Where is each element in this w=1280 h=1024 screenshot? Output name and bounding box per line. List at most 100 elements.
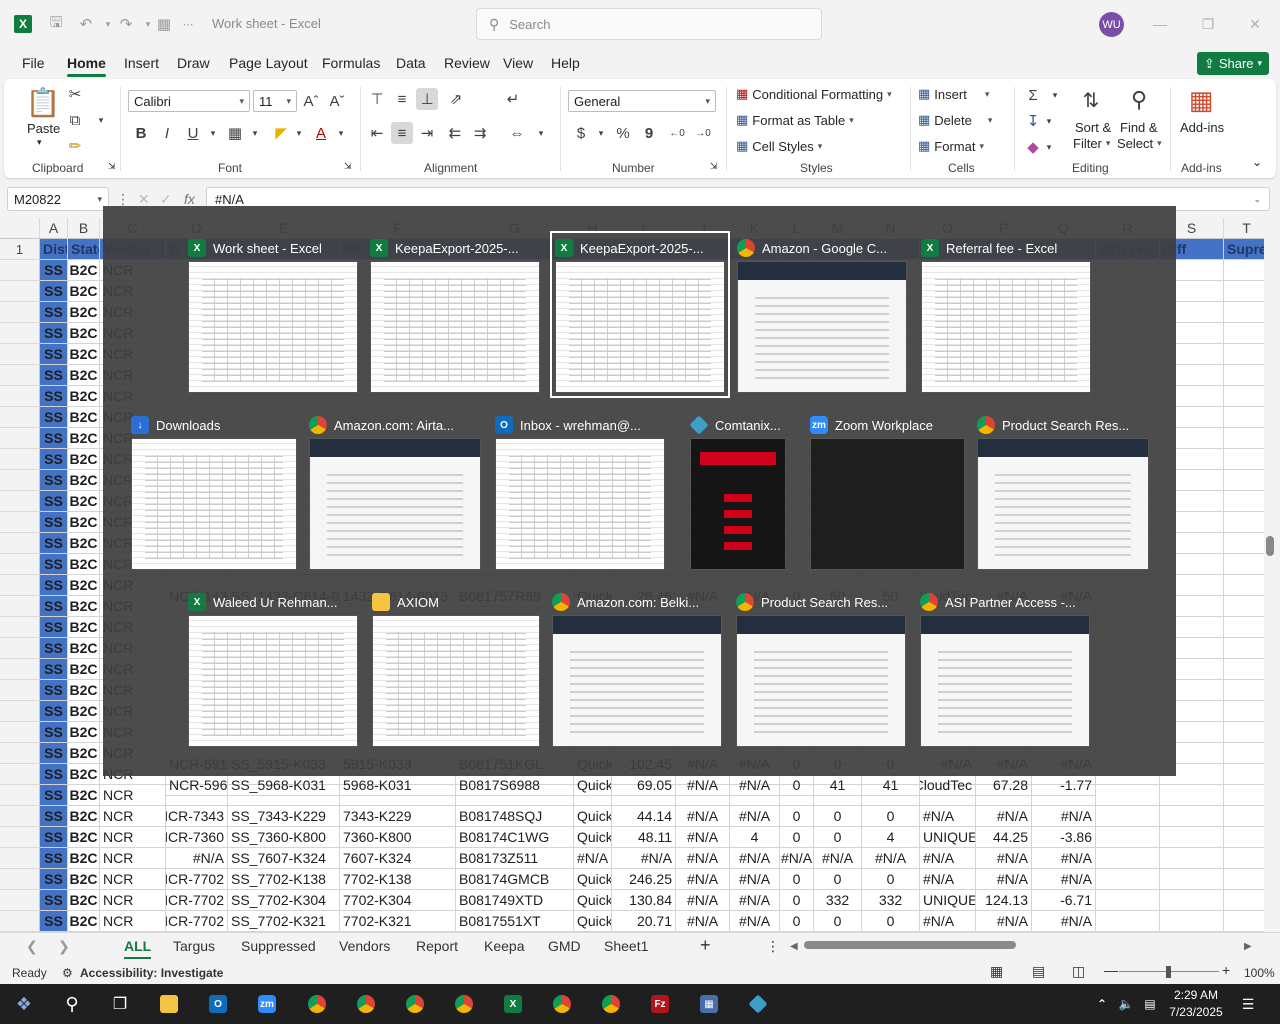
taskbar-clock[interactable]: 2:29 AM 7/23/2025 <box>1166 987 1226 1021</box>
grid-cell[interactable]: #N/A <box>780 848 814 869</box>
grid-cell[interactable]: B2C <box>68 533 100 554</box>
add-ins-button[interactable]: Add-ins <box>1180 120 1224 135</box>
grid-cell[interactable]: 7360-K800 <box>340 827 456 848</box>
grid-cell[interactable]: B2C <box>68 638 100 659</box>
grid-cell[interactable] <box>1224 365 1264 386</box>
align-middle-icon[interactable]: ≡ <box>391 88 413 110</box>
row-header[interactable] <box>0 680 40 701</box>
grid-cell[interactable]: #N/A <box>730 775 780 796</box>
grid-cell[interactable]: B2C <box>68 386 100 407</box>
grid-cell[interactable] <box>1160 911 1224 932</box>
grid-cell[interactable]: 0 <box>814 827 862 848</box>
align-bottom-icon[interactable]: ⊥ <box>416 88 438 110</box>
grid-cell[interactable]: #N/A <box>676 911 730 932</box>
grid-cell[interactable]: NCR-7702 <box>166 869 228 890</box>
task-view-window-thumbnail[interactable] <box>552 615 722 747</box>
grid-cell[interactable] <box>1224 806 1264 827</box>
header-cell-a[interactable]: Dist <box>40 239 68 260</box>
grid-cell[interactable]: 332 <box>814 890 862 911</box>
customize-qat-icon[interactable]: ⋯ <box>178 14 198 34</box>
grid-cell[interactable] <box>1224 323 1264 344</box>
task-view-window-card[interactable]: ↓ Downloads <box>131 413 297 570</box>
show-hidden-icons[interactable]: ⌃ <box>1090 992 1114 1016</box>
grid-cell[interactable]: B2C <box>68 491 100 512</box>
grid-cell[interactable]: SS <box>40 575 68 596</box>
grid-cell[interactable]: Quick F <box>574 911 612 932</box>
grid-cell[interactable]: UNIQUEP( <box>920 827 976 848</box>
task-view-window-card[interactable]: AXIOM <box>372 590 540 747</box>
grid-cell[interactable] <box>1224 449 1264 470</box>
grid-cell[interactable]: B2C <box>68 407 100 428</box>
bold-icon[interactable]: B <box>130 122 152 144</box>
chrome-profile-4-icon[interactable] <box>455 995 473 1013</box>
grid-cell[interactable]: B08173Z511 <box>456 848 574 869</box>
task-view-window-card[interactable]: X Work sheet - Excel <box>188 236 358 393</box>
grid-cell[interactable]: 0 <box>814 911 862 932</box>
grid-cell[interactable] <box>1224 701 1264 722</box>
undo-icon[interactable]: ↶ <box>76 14 96 34</box>
decrease-decimal-icon[interactable]: →0 <box>692 122 714 144</box>
grid-cell[interactable]: B2C <box>68 470 100 491</box>
avatar[interactable]: WU <box>1099 12 1124 37</box>
grid-cell[interactable]: 0 <box>780 775 814 796</box>
grid-cell[interactable] <box>1096 827 1160 848</box>
grid-cell[interactable]: #N/A <box>814 848 862 869</box>
align-center-icon[interactable]: ≡ <box>391 122 413 144</box>
grid-cell[interactable] <box>1224 470 1264 491</box>
grid-cell[interactable]: B081748SQJ <box>456 806 574 827</box>
grid-cell[interactable]: SS <box>40 659 68 680</box>
grid-cell[interactable]: #N/A <box>676 890 730 911</box>
grid-cell[interactable]: SS <box>40 428 68 449</box>
grid-cell[interactable]: NCR-7343 <box>166 806 228 827</box>
horizontal-scroll-thumb[interactable] <box>804 941 1016 949</box>
find-select-label-1[interactable]: Find & <box>1120 120 1158 135</box>
zoom-slider-thumb[interactable] <box>1166 966 1171 978</box>
calculator-icon[interactable]: ▦ <box>700 995 718 1013</box>
fill-dropdown-icon[interactable]: ▾ <box>1038 110 1060 132</box>
font-color-icon[interactable]: A <box>310 122 332 144</box>
zoom-level[interactable]: 100% <box>1244 966 1275 980</box>
grid-cell[interactable]: B081749XTD <box>456 890 574 911</box>
windows-start-icon[interactable]: ❖ <box>12 992 36 1016</box>
grid-cell[interactable]: SS <box>40 827 68 848</box>
task-view-window-card[interactable]: Amazon.com: Belki... <box>552 590 722 747</box>
task-view-window-thumbnail[interactable] <box>921 261 1091 393</box>
row-header[interactable] <box>0 596 40 617</box>
name-box[interactable]: M20822 ▾ <box>7 187 109 211</box>
grid-cell[interactable]: 130.84 <box>612 890 676 911</box>
grid-cell[interactable]: SS <box>40 449 68 470</box>
normal-view-icon[interactable]: ▦ <box>990 963 1003 980</box>
increase-font-icon[interactable]: Aˆ <box>300 90 322 112</box>
grid-cell[interactable] <box>1096 785 1160 806</box>
row-header[interactable] <box>0 722 40 743</box>
cell-styles-button[interactable]: ▦ Cell Styles ▾ <box>736 138 822 154</box>
task-view-window-card[interactable]: X Referral fee - Excel <box>921 236 1091 393</box>
grid-cell[interactable]: 4 <box>862 827 920 848</box>
grid-cell[interactable]: #N/A <box>676 827 730 848</box>
borders-icon[interactable]: ▦ <box>224 122 246 144</box>
tab-help[interactable]: Help <box>551 55 580 71</box>
grid-cell[interactable]: SS <box>40 785 68 806</box>
grid-cell[interactable]: Quick F <box>574 890 612 911</box>
grid-cell[interactable]: 0 <box>780 806 814 827</box>
grid-cell[interactable]: B2C <box>68 848 100 869</box>
font-name-select[interactable]: Calibri ▾ <box>128 90 250 112</box>
row-header[interactable] <box>0 890 40 911</box>
grid-cell[interactable]: B2C <box>68 512 100 533</box>
grid-cell[interactable]: B2C <box>68 869 100 890</box>
number-format-select[interactable]: General ▾ <box>568 90 716 112</box>
grid-cell[interactable]: Quick F <box>574 869 612 890</box>
grid-cell[interactable]: SS <box>40 848 68 869</box>
grid-cell[interactable]: 4 <box>730 827 780 848</box>
grid-cell[interactable]: NCR <box>100 869 166 890</box>
align-left-icon[interactable]: ⇤ <box>366 122 388 144</box>
grid-cell[interactable]: B2C <box>68 785 100 806</box>
zoom-out-button[interactable]: — <box>1104 962 1118 978</box>
chrome-profile-2-icon[interactable] <box>357 995 375 1013</box>
undo-dropdown-icon[interactable]: ▾ <box>98 14 118 34</box>
grid-cell[interactable] <box>1224 911 1264 932</box>
grid-cell[interactable] <box>1224 890 1264 911</box>
grid-cell[interactable]: 246.25 <box>612 869 676 890</box>
expand-formula-icon[interactable]: ⌄ <box>1253 194 1261 205</box>
excel-taskbar-icon[interactable]: X <box>504 995 522 1013</box>
